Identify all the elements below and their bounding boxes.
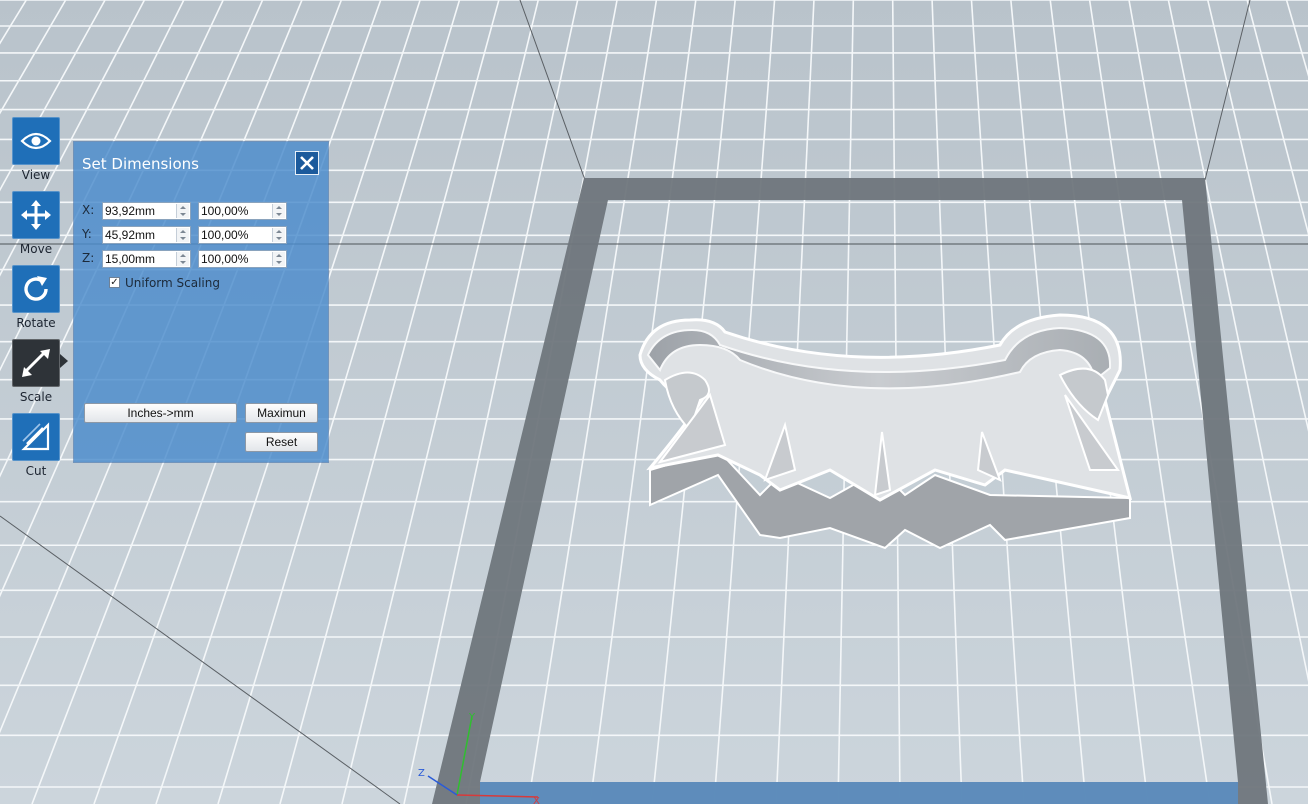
percent-y-input[interactable]: 100,00% xyxy=(198,226,287,244)
size-z-spinner[interactable] xyxy=(176,252,189,266)
size-x-input[interactable]: 93,92mm xyxy=(102,202,191,220)
panel-title: Set Dimensions xyxy=(82,155,199,173)
percent-x-input[interactable]: 100,00% xyxy=(198,202,287,220)
percent-z-value: 100,00% xyxy=(201,252,249,266)
axis-label-z: Z: xyxy=(82,251,95,265)
uniform-scaling-checkbox[interactable]: ✓ xyxy=(109,277,120,288)
scale-button[interactable] xyxy=(12,339,60,387)
axis-label-y: Y: xyxy=(82,227,92,241)
platform-front-highlight xyxy=(480,782,1238,804)
size-x-value: 93,92mm xyxy=(105,204,156,218)
rotate-button[interactable] xyxy=(12,265,60,313)
close-icon xyxy=(300,156,314,170)
percent-z-input[interactable]: 100,00% xyxy=(198,250,287,268)
maximum-button[interactable]: Maximun xyxy=(245,403,318,423)
scale-label: Scale xyxy=(19,390,53,404)
axis-z-label: Z xyxy=(418,768,425,779)
percent-x-value: 100,00% xyxy=(201,204,249,218)
view-label: View xyxy=(21,168,51,182)
move-label: Move xyxy=(19,242,53,256)
view-button[interactable] xyxy=(12,117,60,165)
move-button[interactable] xyxy=(12,191,60,239)
reset-button[interactable]: Reset xyxy=(245,432,318,452)
move-arrows-icon xyxy=(21,200,51,230)
rotate-icon xyxy=(24,276,48,301)
close-button[interactable] xyxy=(295,151,319,175)
inches-to-mm-button[interactable]: Inches->mm xyxy=(84,403,237,423)
tool-scale[interactable]: Scale xyxy=(12,339,60,404)
tool-view[interactable]: View xyxy=(12,117,60,182)
axis-x-label: X xyxy=(533,796,540,804)
percent-x-spinner[interactable] xyxy=(272,204,285,218)
percent-z-spinner[interactable] xyxy=(272,252,285,266)
eye-icon xyxy=(20,132,52,150)
tool-cut[interactable]: Cut xyxy=(12,413,60,478)
uniform-scaling-label: Uniform Scaling xyxy=(125,276,220,290)
cut-icon xyxy=(21,422,50,451)
rotate-label: Rotate xyxy=(16,316,56,330)
scale-arrow-icon xyxy=(22,349,50,377)
tool-move[interactable]: Move xyxy=(12,191,60,256)
percent-y-spinner[interactable] xyxy=(272,228,285,242)
axis-y-label: Y xyxy=(468,712,476,723)
size-y-value: 45,92mm xyxy=(105,228,156,242)
axis-label-x: X: xyxy=(82,203,95,217)
active-tool-pointer xyxy=(60,354,68,368)
cut-button[interactable] xyxy=(12,413,60,461)
percent-y-value: 100,00% xyxy=(201,228,249,242)
tool-rotate[interactable]: Rotate xyxy=(12,265,60,330)
size-y-input[interactable]: 45,92mm xyxy=(102,226,191,244)
cut-label: Cut xyxy=(25,464,47,478)
size-x-spinner[interactable] xyxy=(176,204,189,218)
set-dimensions-panel: Set Dimensions X: 93,92mm 100,00% Y: 45,… xyxy=(74,142,328,462)
size-y-spinner[interactable] xyxy=(176,228,189,242)
size-z-value: 15,00mm xyxy=(105,252,156,266)
size-z-input[interactable]: 15,00mm xyxy=(102,250,191,268)
